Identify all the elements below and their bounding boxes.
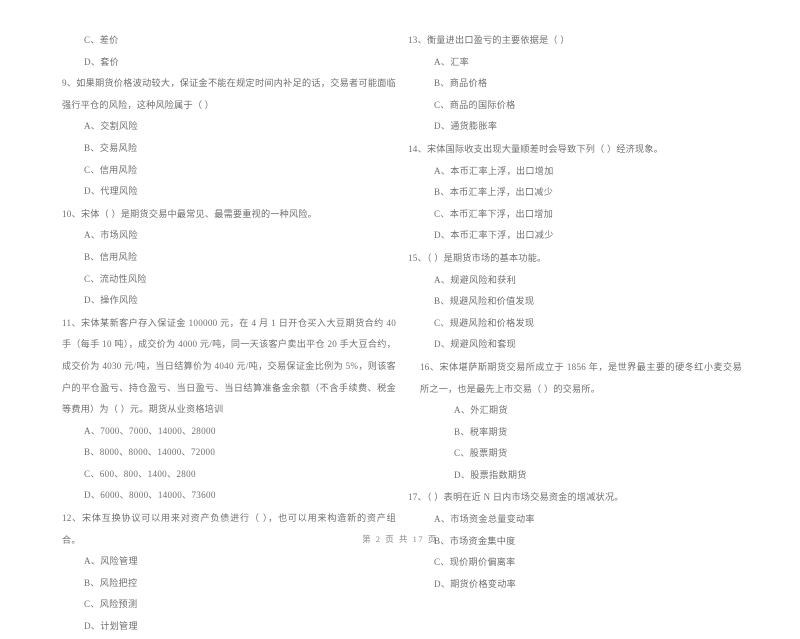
exam-page: C、差价 D、套价 9、如果期货价格波动较大，保证金不能在规定时间内补足的话，交… [0,0,800,631]
question-15: 15、（ ）是期货市场的基本功能。 A、规避风险和获利 B、规避风险和价值发现 … [408,248,742,356]
option-item: A、7000、7000、14000、28000 [84,425,216,436]
option-item: B、信用风险 [84,251,138,262]
option-item: D、套价 [84,56,120,67]
question-10: 10、宋体（ ）是期货交易中最常见、最需要重视的一种风险。 A、市场风险 B、信… [62,204,396,312]
question-12: 12、宋体互换协议可以用来对资产负债进行（ ），也可以用来构造新的资产组合。 A… [62,508,396,638]
question-stem: 13、衡量进出口盈亏的主要依据是（ ） [408,35,570,45]
option-item: C、差价 [84,35,119,45]
question-stem: 11、宋体某新客户存入保证金 100000 元，在 4 月 1 日开仓买入大豆期… [62,317,396,415]
option-item: B、本币汇率上浮，出口减少 [434,187,554,198]
option-item: D、6000、8000、14000、73600 [84,490,216,501]
option-item: B、交易风险 [84,142,138,153]
option-item: C、商品的国际价格 [434,99,516,110]
option-item: D、通货膨胀率 [434,121,498,132]
option-item: D、股票指数期货 [454,469,527,480]
question-stem: 9、如果期货价格波动较大，保证金不能在规定时间内补足的话，交易者可能面临强行平仓… [62,78,396,110]
page-footer: 第 2 页 共 17 页 [362,535,438,544]
option-item: A、规避风险和获利 [434,274,517,285]
option-item: B、风险把控 [84,577,138,588]
question-13: 13、衡量进出口盈亏的主要依据是（ ） A、汇率 B、商品价格 C、商品的国际价… [408,30,742,138]
question-14: 14、宋体国际收支出现大量顺差时会导致下列（ ）经济现象。 A、本币汇率上浮，出… [408,139,742,247]
question-stem: 17、（ ）表明在近 N 日内市场交易资金的增减状况。 [408,492,624,503]
option-item: A、风险管理 [84,556,138,567]
right-column: 13、衡量进出口盈亏的主要依据是（ ） A、汇率 B、商品价格 C、商品的国际价… [400,30,742,596]
option-item: B、税率期货 [454,426,508,437]
option-item: C、600、800、1400、2800 [84,468,196,479]
question-stem: 10、宋体（ ）是期货交易中最常见、最需要重视的一种风险。 [62,208,318,219]
question-16: 16、宋体堪萨斯期货交易所成立于 1856 年，是世界最主要的硬冬红小麦交易所之… [408,357,742,487]
option-item: C、股票期货 [454,448,508,459]
option-item: C、风险预测 [84,599,138,610]
option-item: B、8000、8000、14000、72000 [84,447,216,458]
option-item: D、操作风险 [84,295,138,306]
option-item: C、现价期价偏离率 [434,557,516,568]
option-item: C、本币汇率下浮，出口增加 [434,208,554,219]
option-item: B、商品价格 [434,78,488,89]
option-item: C、流动性风险 [84,273,147,284]
option-item: A、市场风险 [84,230,138,241]
question-9: 9、如果期货价格波动较大，保证金不能在规定时间内补足的话，交易者可能面临强行平仓… [62,73,396,203]
option-item: A、市场资金总量变动率 [434,514,535,525]
question-stem: 15、（ ）是期货市场的基本功能。 [408,252,547,263]
option-item: C、信用风险 [84,164,138,175]
question-11: 11、宋体某新客户存入保证金 100000 元，在 4 月 1 日开仓买入大豆期… [62,313,396,507]
option-item: A、外汇期货 [454,405,508,416]
option-item: D、代理风险 [84,186,138,197]
option-item: A、交割风险 [84,121,138,132]
option-item: A、汇率 [434,56,470,67]
option-item: D、规避风险和套现 [434,339,517,350]
option-item: A、本币汇率上浮，出口增加 [434,165,554,176]
question-stem: 14、宋体国际收支出现大量顺差时会导致下列（ ）经济现象。 [408,143,664,154]
option-item: D、本币汇率下浮，出口减少 [434,230,554,241]
option-item: D、期货价格变动率 [434,578,517,589]
two-column-body: C、差价 D、套价 9、如果期货价格波动较大，保证金不能在规定时间内补足的话，交… [62,30,742,639]
option-item: D、计划管理 [84,621,138,632]
question-stem: 16、宋体堪萨斯期货交易所成立于 1856 年，是世界最主要的硬冬红小麦交易所之… [420,361,742,394]
left-column: C、差价 D、套价 9、如果期货价格波动较大，保证金不能在规定时间内补足的话，交… [62,30,396,639]
option-item: C、规避风险和价格发现 [434,317,535,328]
option-item: B、规避风险和价值发现 [434,296,535,307]
